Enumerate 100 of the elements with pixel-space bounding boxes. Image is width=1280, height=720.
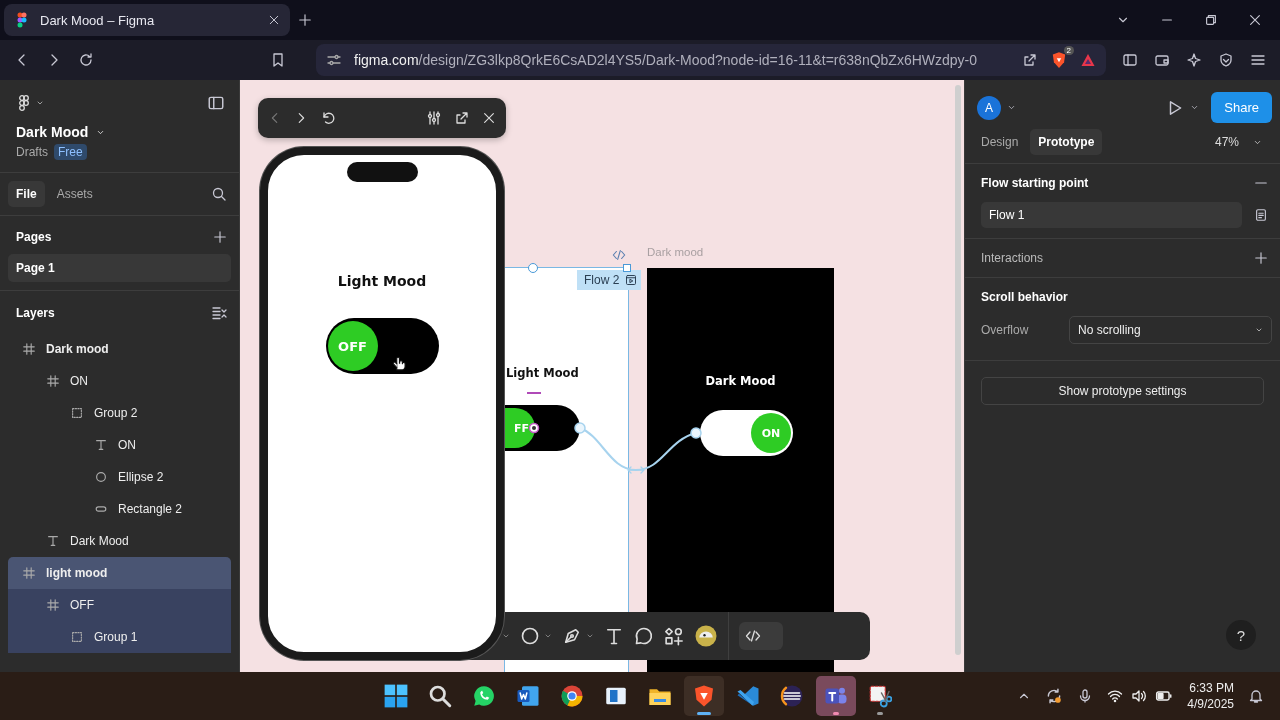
connection-handle[interactable] bbox=[528, 263, 538, 273]
browser-icon bbox=[560, 684, 584, 708]
page-item[interactable]: Page 1 bbox=[8, 254, 231, 282]
menu-button[interactable] bbox=[1250, 52, 1266, 68]
flow-label[interactable]: Flow 2 bbox=[577, 270, 642, 290]
group-icon bbox=[70, 406, 84, 420]
text-tool-button[interactable] bbox=[604, 626, 624, 646]
ellipse-tool-button[interactable] bbox=[520, 626, 540, 646]
layer-item[interactable]: Dark mood bbox=[8, 333, 231, 365]
clock-button[interactable]: 6:33 PM 4/9/2025 bbox=[1187, 680, 1234, 712]
panel-tab[interactable]: Assets bbox=[48, 181, 101, 207]
section-title: Scroll behavior bbox=[981, 290, 1068, 304]
assistant-button[interactable] bbox=[1186, 52, 1202, 68]
actions-button[interactable] bbox=[694, 624, 718, 648]
layer-item[interactable]: Ellipse 2 bbox=[8, 461, 231, 493]
wallet-button[interactable] bbox=[1154, 52, 1170, 68]
sidebar-button[interactable] bbox=[1122, 52, 1138, 68]
search-button[interactable] bbox=[211, 186, 227, 202]
share-icon bbox=[1022, 52, 1038, 68]
file-name-button[interactable]: Dark Mood bbox=[16, 124, 106, 140]
settings-button[interactable] bbox=[426, 110, 442, 126]
account-button[interactable]: A bbox=[977, 95, 1016, 120]
caret-icon bbox=[36, 99, 44, 107]
layer-item[interactable]: Group 2 bbox=[8, 397, 231, 429]
shield-button[interactable] bbox=[1050, 51, 1068, 69]
section-title: Pages bbox=[16, 230, 52, 244]
layer-item[interactable]: ON bbox=[8, 429, 231, 461]
section-title: Interactions bbox=[981, 251, 1044, 265]
add-page-button[interactable] bbox=[213, 230, 227, 244]
frame-icon bbox=[46, 374, 60, 388]
flow-description-button[interactable] bbox=[1254, 208, 1268, 222]
address-field[interactable]: figma.com/design/ZG3lkp8QrkE6CsAD2l4YS5/Dark-Mood?node-id=16-11&t=r638nQbZx6HWzdpy-0 2 bbox=[316, 44, 1106, 76]
document-icon bbox=[516, 684, 540, 708]
reload-button[interactable] bbox=[78, 52, 94, 68]
triangle-icon bbox=[1080, 52, 1096, 68]
toggle-knob: FF bbox=[505, 408, 535, 448]
section-title: Layers bbox=[16, 306, 55, 320]
flow-field[interactable]: Flow 1 bbox=[981, 202, 1242, 228]
menu-icon bbox=[1250, 52, 1266, 68]
wallet-icon bbox=[1154, 52, 1170, 68]
help-button[interactable]: ? bbox=[1226, 620, 1256, 650]
volume-icon bbox=[1131, 688, 1148, 704]
shape-menu-button[interactable] bbox=[544, 632, 552, 640]
new-tab-button[interactable] bbox=[298, 13, 312, 27]
lion-shield-icon bbox=[692, 684, 716, 708]
pen-tool-button[interactable] bbox=[562, 626, 582, 646]
layer-item[interactable]: Dark Mood bbox=[8, 525, 231, 557]
close-tab-button[interactable] bbox=[268, 14, 280, 26]
notifications-button[interactable] bbox=[1248, 688, 1264, 704]
bookmark-icon bbox=[270, 52, 286, 68]
zoom-menu[interactable]: 47% bbox=[1208, 134, 1268, 150]
inspector-tab[interactable]: Design bbox=[973, 129, 1027, 155]
scrollbar[interactable] bbox=[955, 85, 961, 655]
count-badge: 2 bbox=[1063, 46, 1074, 55]
collapse-layers-button[interactable] bbox=[211, 305, 227, 321]
code-editor-icon bbox=[736, 684, 760, 708]
sliders-icon bbox=[426, 110, 442, 126]
inspector-tab[interactable]: Prototype bbox=[1030, 129, 1103, 155]
plan-badge: Free bbox=[54, 144, 87, 160]
present-menu-button[interactable] bbox=[1190, 103, 1200, 112]
sphere-icon bbox=[780, 684, 804, 708]
caret-icon bbox=[544, 632, 552, 640]
vpn-button[interactable] bbox=[1218, 52, 1234, 68]
share-page-button[interactable] bbox=[1022, 52, 1038, 68]
add-interaction-button[interactable] bbox=[1254, 251, 1268, 265]
main-menu-button[interactable] bbox=[16, 95, 44, 111]
toggle-sidebar-button[interactable] bbox=[207, 94, 225, 112]
toggle-knob: OFF bbox=[327, 321, 378, 371]
restore-button[interactable] bbox=[1204, 13, 1218, 27]
layer-item[interactable]: Rectangle 2 bbox=[8, 493, 231, 525]
components-button[interactable] bbox=[664, 626, 684, 646]
shape-menu-button[interactable] bbox=[502, 632, 510, 640]
panel-tab[interactable]: File bbox=[8, 181, 45, 207]
dev-mode-toggle[interactable] bbox=[739, 622, 783, 650]
frame-label: Dark mood bbox=[647, 246, 704, 258]
bookmark-button[interactable] bbox=[270, 52, 286, 68]
layer-item[interactable]: Group 1 bbox=[8, 621, 231, 653]
document-icon bbox=[1254, 208, 1268, 222]
hover-mark bbox=[527, 392, 541, 394]
restart-button[interactable] bbox=[320, 110, 336, 126]
overflow-dropdown[interactable]: No scrolling bbox=[1069, 316, 1272, 344]
layer-item[interactable]: ON bbox=[8, 365, 231, 397]
close-window-button[interactable] bbox=[1248, 13, 1262, 27]
layer-item[interactable]: light mood bbox=[8, 557, 231, 589]
caret-icon bbox=[502, 632, 510, 640]
prototype-settings-button[interactable]: Show prototype settings bbox=[981, 377, 1264, 405]
browser-tab[interactable]: Dark Mood – Figma bbox=[4, 4, 290, 36]
layer-item[interactable]: OFF bbox=[8, 589, 231, 621]
comment-tool-button[interactable] bbox=[634, 626, 654, 646]
taskbar-button[interactable] bbox=[684, 676, 724, 716]
pen-menu-button[interactable] bbox=[586, 632, 594, 640]
corner-handle[interactable] bbox=[623, 264, 631, 272]
frame-title: Dark Mood bbox=[705, 374, 776, 388]
sync-button[interactable] bbox=[1045, 687, 1064, 705]
open-new-window-button[interactable] bbox=[454, 110, 470, 126]
bell-icon bbox=[1248, 688, 1264, 704]
close-button[interactable] bbox=[482, 111, 496, 125]
code-icon bbox=[745, 628, 761, 644]
external-link-icon bbox=[454, 110, 470, 126]
search-icon bbox=[428, 684, 452, 708]
